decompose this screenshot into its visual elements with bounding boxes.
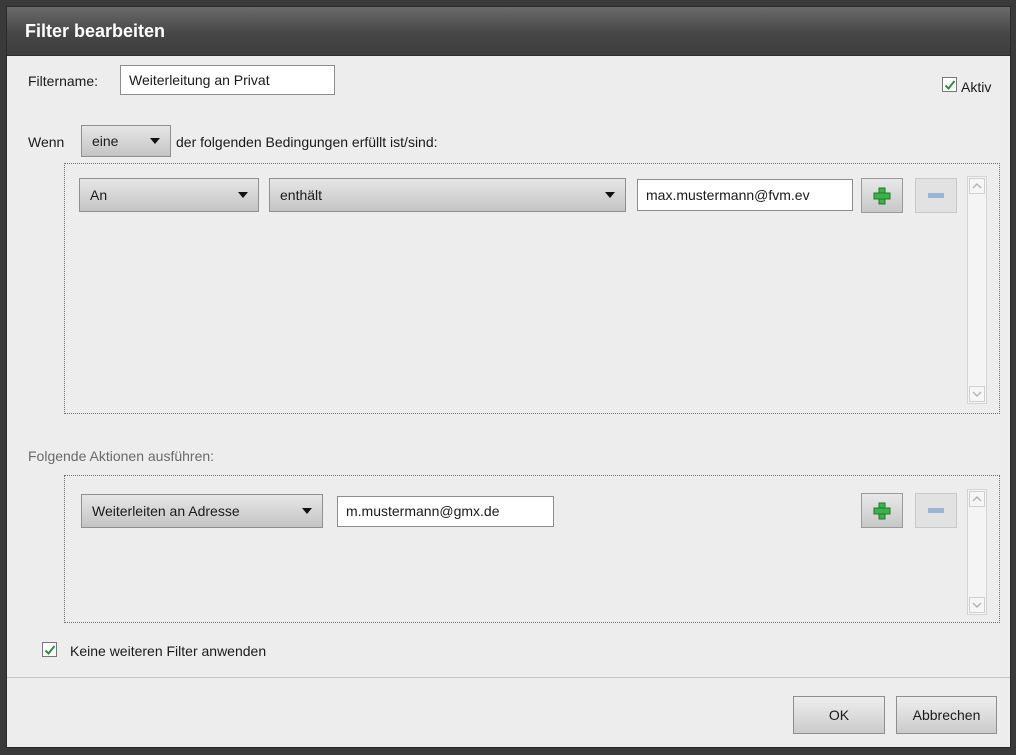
add-condition-button[interactable] — [861, 178, 903, 213]
minus-icon — [928, 507, 944, 513]
ok-button[interactable]: OK — [793, 696, 885, 734]
condition-value-input[interactable]: max.mustermann@fvm.ev — [637, 179, 853, 211]
conditions-suffix-label: der folgenden Bedingungen erfüllt ist/si… — [176, 134, 438, 150]
match-mode-select[interactable]: eine — [81, 125, 171, 157]
conditions-panel: An enthält max.mustermann@fvm.ev — [64, 163, 1000, 414]
conditions-prefix-label: Wenn — [28, 134, 65, 150]
add-action-button[interactable] — [861, 493, 903, 528]
scroll-up-button[interactable] — [969, 491, 985, 507]
caret-down-icon — [302, 508, 312, 514]
filtername-input[interactable]: Weiterleitung an Privat — [120, 65, 335, 95]
cancel-button[interactable]: Abbrechen — [896, 696, 997, 734]
dialog-title: Filter bearbeiten — [25, 21, 166, 41]
match-mode-value: eine — [92, 133, 119, 149]
conditions-scrollbar[interactable] — [967, 176, 987, 404]
scroll-down-button[interactable] — [969, 386, 985, 402]
scroll-down-button[interactable] — [969, 597, 985, 613]
aktiv-label: Aktiv — [961, 79, 992, 95]
plus-icon — [873, 187, 891, 204]
stop-filters-label: Keine weiteren Filter anwenden — [70, 643, 267, 659]
scroll-up-button[interactable] — [969, 178, 985, 194]
actions-panel: Weiterleiten an Adresse m.mustermann@gmx… — [64, 475, 1000, 623]
footer-separator — [7, 677, 1010, 678]
chevron-up-icon — [972, 495, 982, 502]
checkmark-icon — [944, 80, 956, 90]
dialog-titlebar: Filter bearbeiten — [7, 7, 1010, 56]
condition-operator-select[interactable]: enthält — [269, 178, 626, 212]
actions-scrollbar[interactable] — [967, 489, 987, 615]
action-type-select[interactable]: Weiterleiten an Adresse — [81, 494, 323, 528]
remove-condition-button[interactable] — [915, 178, 957, 213]
aktiv-checkbox[interactable] — [942, 77, 957, 92]
chevron-up-icon — [972, 182, 982, 189]
filtername-label: Filtername: — [28, 73, 99, 89]
minus-icon — [928, 192, 944, 198]
condition-field-select[interactable]: An — [79, 178, 259, 212]
stop-filters-checkbox[interactable] — [42, 642, 57, 657]
plus-icon — [873, 502, 891, 519]
caret-down-icon — [150, 138, 160, 144]
remove-action-button[interactable] — [915, 493, 957, 528]
filter-dialog: Filter bearbeiten Filtername: Weiterleit… — [6, 6, 1011, 748]
chevron-down-icon — [972, 391, 982, 398]
action-value-input[interactable]: m.mustermann@gmx.de — [337, 496, 554, 527]
actions-heading: Folgende Aktionen ausführen: — [28, 448, 215, 464]
checkmark-icon — [44, 645, 56, 655]
chevron-down-icon — [972, 602, 982, 609]
action-type-value: Weiterleiten an Adresse — [92, 503, 240, 519]
condition-operator-value: enthält — [280, 187, 323, 203]
caret-down-icon — [605, 192, 615, 198]
caret-down-icon — [238, 192, 248, 198]
condition-field-value: An — [90, 187, 108, 203]
